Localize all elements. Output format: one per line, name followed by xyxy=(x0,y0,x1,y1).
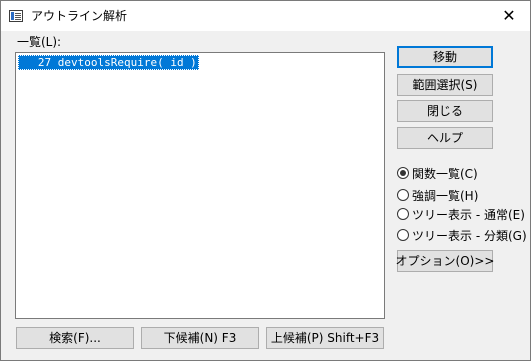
radio-function-list[interactable]: 関数一覧(C) xyxy=(397,164,478,182)
outline-app-icon xyxy=(9,10,23,22)
radio-unchecked-icon xyxy=(397,208,409,220)
outline-list[interactable]: 27 devtoolsRequire( id ) xyxy=(15,52,385,319)
radio-label: 強調一覧(H) xyxy=(412,188,479,203)
radio-unchecked-icon xyxy=(397,229,409,241)
radio-label: ツリー表示 - 分類(G) xyxy=(412,228,527,243)
title-bar[interactable]: アウトライン解析 ✕ xyxy=(1,1,530,31)
list-label: 一覧(L): xyxy=(17,35,62,49)
radio-tree-category[interactable]: ツリー表示 - 分類(G) xyxy=(397,226,527,244)
radio-checked-icon xyxy=(397,167,409,179)
list-item[interactable]: 27 devtoolsRequire( id ) xyxy=(18,55,199,70)
outline-analysis-dialog: アウトライン解析 ✕ 一覧(L): 27 devtoolsRequire( id… xyxy=(0,0,531,361)
prev-candidate-button[interactable]: 上候補(P) Shift+F3 xyxy=(266,327,384,349)
select-range-button[interactable]: 範囲選択(S) xyxy=(397,74,493,96)
search-button[interactable]: 検索(F)... xyxy=(16,327,134,349)
move-button[interactable]: 移動 xyxy=(397,46,493,68)
close-button[interactable]: 閉じる xyxy=(397,100,493,122)
help-button[interactable]: ヘルプ xyxy=(397,127,493,149)
radio-label: ツリー表示 - 通常(E) xyxy=(412,207,525,222)
radio-label: 関数一覧(C) xyxy=(412,166,478,181)
radio-emphasis-list[interactable]: 強調一覧(H) xyxy=(397,186,478,204)
radio-tree-normal[interactable]: ツリー表示 - 通常(E) xyxy=(397,205,525,223)
window-title: アウトライン解析 xyxy=(31,9,128,23)
radio-unchecked-icon xyxy=(397,189,409,201)
next-candidate-button[interactable]: 下候補(N) F3 xyxy=(141,327,259,349)
options-button[interactable]: オプション(O)>> xyxy=(396,250,494,272)
close-icon[interactable]: ✕ xyxy=(488,1,530,31)
